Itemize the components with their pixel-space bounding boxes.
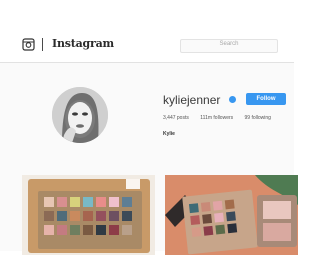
- avatar[interactable]: [52, 87, 108, 143]
- avatar-image: [52, 87, 108, 143]
- stat-posts[interactable]: 3,447 posts: [163, 115, 189, 121]
- profile-page: kyliejenner Follow 3,447 posts 111m foll…: [0, 63, 298, 255]
- post-thumbnail[interactable]: [22, 175, 155, 255]
- instagram-wordmark[interactable]: Instagram: [52, 37, 114, 50]
- stat-followers[interactable]: 111m followers: [200, 115, 233, 121]
- bio-name: Kylie: [163, 131, 175, 137]
- search-input[interactable]: Search: [180, 39, 278, 53]
- camera-icon[interactable]: [22, 38, 35, 51]
- post-image-palette: [22, 175, 155, 255]
- nav-divider: [42, 38, 43, 51]
- post-image-palette: [165, 175, 298, 255]
- profile-stats: 3,447 posts 111m followers 99 following: [163, 115, 281, 121]
- search-placeholder: Search: [219, 41, 239, 47]
- top-nav-bar: Instagram Search: [0, 0, 294, 63]
- post-thumbnail[interactable]: [165, 175, 298, 255]
- profile-username: kyliejenner: [163, 93, 221, 107]
- profile-bio: Kylie: [163, 131, 181, 137]
- verified-badge-icon: [229, 96, 236, 103]
- stat-following[interactable]: 99 following: [245, 115, 271, 121]
- follow-button[interactable]: Follow: [246, 93, 286, 105]
